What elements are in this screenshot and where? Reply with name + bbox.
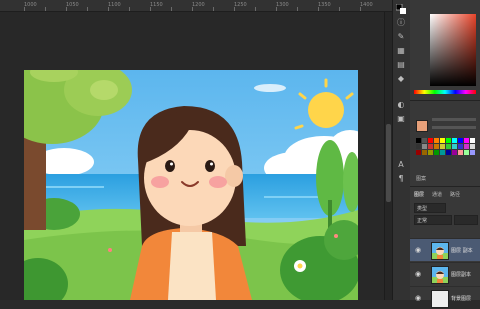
layer-name: 图层副本 [451, 272, 472, 278]
libraries-icon[interactable]: ▣ [396, 114, 406, 124]
layer-row[interactable]: ◉ 背景图层 [410, 286, 480, 309]
ruler-tick: 1000 [24, 2, 37, 8]
visibility-eye-icon[interactable]: ◉ [415, 294, 421, 302]
paragraph-icon[interactable]: ¶ [396, 174, 406, 184]
visibility-eye-icon[interactable]: ◉ [415, 270, 421, 278]
layer-name: 图层 副本 [451, 248, 473, 254]
blend-mode-select[interactable]: 正常 [414, 215, 452, 225]
shapes-icon[interactable]: ◆ [396, 74, 406, 84]
illustration-image [24, 70, 358, 300]
foreground-background-icon[interactable] [395, 3, 406, 14]
visibility-eye-icon[interactable]: ◉ [415, 246, 421, 254]
hue-slider[interactable] [414, 90, 476, 94]
opacity-field[interactable] [454, 215, 478, 225]
tab-paths[interactable]: 路径 [450, 191, 460, 198]
swatches-grid[interactable] [416, 138, 478, 162]
adjust-slider-1[interactable] [432, 118, 476, 121]
ruler-tick: 1050 [66, 2, 79, 8]
info-icon[interactable]: ⓘ [396, 18, 406, 28]
blend-mode-value: 正常 [417, 218, 428, 224]
layer-row[interactable]: ◉ 图层 副本 [410, 238, 480, 261]
ruler-tick: 1350 [318, 2, 331, 8]
layer-kind-filter[interactable]: 类型 [414, 203, 446, 213]
ruler-tick: 1150 [150, 2, 163, 8]
panel-icon-strip: ⓘ ✎ ▦ ▤ ◆ ◐ ▣ A ¶ [392, 0, 411, 300]
layer-thumbnail [431, 290, 449, 308]
right-panels: 图案 图层 通道 路径 类型 正常 ◉ 图层 副本 ◉ 图层副本 ◉ 背景图层 [410, 0, 480, 308]
document-canvas[interactable] [24, 70, 358, 300]
adjust-slider-2[interactable] [432, 126, 476, 129]
scrollbar-thumb[interactable] [386, 124, 391, 202]
color-picker-field[interactable] [430, 14, 476, 86]
ruler-tick: 1400 [360, 2, 373, 8]
brush-settings-icon[interactable]: ✎ [396, 32, 406, 42]
layer-row[interactable]: ◉ 图层副本 [410, 262, 480, 285]
kind-filter-label: 类型 [417, 206, 428, 212]
swatches-icon[interactable]: ▦ [396, 46, 406, 56]
tab-channels[interactable]: 通道 [432, 191, 442, 198]
ruler-tick: 1200 [192, 2, 205, 8]
layer-thumbnail [431, 266, 449, 284]
tab-layers[interactable]: 图层 [414, 191, 424, 198]
top-ruler: 1000 1050 1100 1150 1200 1250 1300 1350 … [0, 0, 392, 12]
character-icon[interactable]: A [396, 160, 406, 170]
ruler-tick: 1250 [234, 2, 247, 8]
ruler-tick: 1100 [108, 2, 121, 8]
layer-thumbnail [431, 242, 449, 260]
swatches-label: 图案 [416, 176, 427, 182]
layer-preview-thumb [416, 120, 428, 132]
adjustments-icon[interactable]: ◐ [396, 100, 406, 110]
ruler-tick: 1300 [276, 2, 289, 8]
layer-name: 背景图层 [451, 296, 472, 302]
gradient-icon[interactable]: ▤ [396, 60, 406, 70]
